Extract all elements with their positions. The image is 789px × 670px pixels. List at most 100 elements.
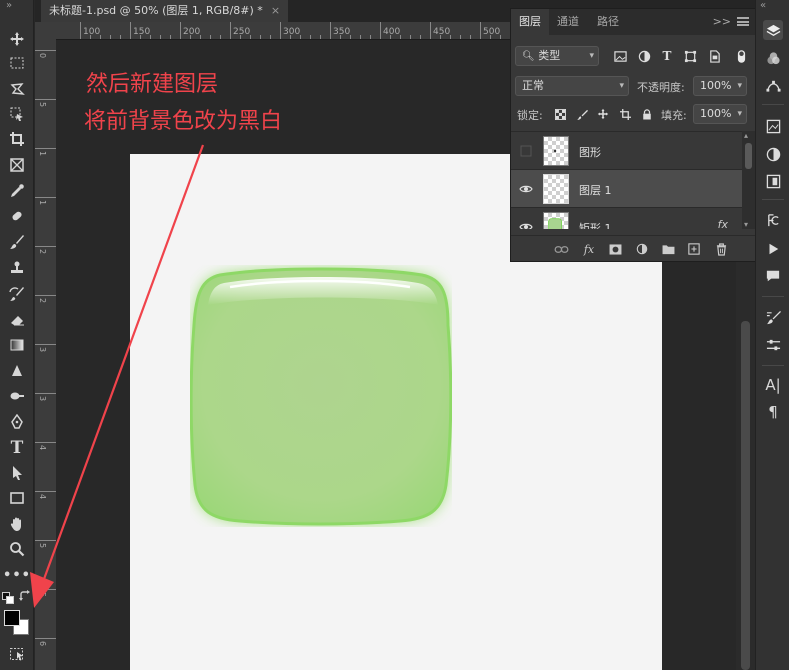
- actions-icon[interactable]: [763, 239, 783, 259]
- scrollbar-thumb[interactable]: [741, 321, 750, 670]
- panel-collapse-icon[interactable]: >>: [713, 15, 731, 28]
- ruler-label: 1: [38, 200, 47, 206]
- layer-list-scroll-thumb[interactable]: [745, 143, 752, 169]
- eye-icon[interactable]: [519, 182, 533, 196]
- paragraph-icon[interactable]: ¶: [763, 402, 783, 422]
- eyedropper-tool-icon[interactable]: [5, 180, 29, 202]
- ruler-major-tick: [280, 22, 281, 39]
- adjustments-icon[interactable]: [763, 144, 783, 164]
- lock-transparent-pixels-icon[interactable]: [553, 107, 567, 121]
- brushes-icon[interactable]: [763, 335, 783, 355]
- type-tool-icon[interactable]: T: [5, 437, 29, 459]
- panel-menu-icon[interactable]: [737, 17, 749, 26]
- ruler-label: 2: [38, 249, 47, 255]
- frame-tool-icon[interactable]: [5, 154, 29, 176]
- ruler-label: 5: [38, 543, 47, 549]
- brush-settings-icon[interactable]: [763, 307, 783, 327]
- opacity-field[interactable]: 100% ▾: [693, 76, 747, 96]
- ruler-major-tick: [35, 197, 56, 198]
- comments-icon[interactable]: [763, 266, 783, 286]
- crop-tool-icon[interactable]: [5, 128, 29, 150]
- add-layer-style-icon[interactable]: fx: [581, 241, 597, 257]
- shape-filter-icon[interactable]: [683, 49, 697, 63]
- quick-mask-icon[interactable]: [9, 646, 25, 662]
- new-adjustment-layer-icon[interactable]: [634, 241, 650, 257]
- dock-separator: [762, 199, 784, 200]
- marquee-tool-icon[interactable]: [5, 52, 29, 74]
- paths-icon[interactable]: [763, 75, 783, 95]
- lock-position-icon[interactable]: [596, 107, 610, 121]
- eye-icon[interactable]: [519, 220, 533, 229]
- ruler-major-tick: [35, 442, 56, 443]
- smart-object-filter-icon[interactable]: [707, 49, 721, 63]
- history-brush-tool-icon[interactable]: [5, 283, 29, 305]
- ruler-major-tick: [35, 50, 56, 51]
- lock-artboard-icon[interactable]: [618, 107, 632, 121]
- document-tab[interactable]: 未标题-1.psd @ 50% (图层 1, RGB/8#) * ×: [41, 0, 289, 22]
- add-layer-mask-icon[interactable]: [607, 241, 623, 257]
- layer-name: 矩形 1: [579, 222, 612, 229]
- gradient-tool-icon[interactable]: [5, 334, 29, 356]
- swap-colors-icon[interactable]: [19, 590, 31, 602]
- adjustment-filter-icon[interactable]: [637, 49, 651, 63]
- libraries-icon[interactable]: [763, 116, 783, 136]
- layers-panel-icon[interactable]: [763, 20, 783, 40]
- object-select-tool-icon[interactable]: [5, 103, 29, 125]
- more-tools-icon[interactable]: •••: [3, 564, 30, 586]
- close-tab-icon[interactable]: ×: [271, 4, 280, 17]
- character-icon[interactable]: A|: [763, 375, 783, 395]
- pixel-filter-icon[interactable]: [613, 49, 627, 63]
- pen-tool-icon[interactable]: [5, 411, 29, 433]
- layer-row-shape[interactable]: 图形: [511, 131, 742, 169]
- layer-row-rectangle-1[interactable]: 矩形 1 fx: [511, 207, 742, 229]
- lasso-tool-icon[interactable]: [5, 78, 29, 100]
- default-colors-icon[interactable]: [2, 592, 14, 604]
- dodge-tool-icon[interactable]: [5, 385, 29, 407]
- history-icon[interactable]: [763, 210, 783, 230]
- visibility-off-box[interactable]: [519, 144, 533, 158]
- healing-brush-tool-icon[interactable]: [5, 205, 29, 227]
- hand-tool-icon[interactable]: [5, 513, 29, 535]
- filter-toggle-icon[interactable]: [734, 49, 748, 63]
- toolbar-collapse-icon[interactable]: »: [6, 0, 12, 11]
- lock-all-icon[interactable]: [640, 107, 654, 121]
- layer-list-scrollbar[interactable]: ▴ ▾: [742, 131, 755, 229]
- layer-row-layer-1[interactable]: 图层 1: [511, 169, 742, 207]
- ruler-minor-tick: [150, 35, 151, 39]
- type-filter-icon[interactable]: T: [660, 49, 674, 63]
- properties-icon[interactable]: [763, 171, 783, 191]
- tab-paths[interactable]: 路径: [597, 9, 619, 35]
- blur-tool-icon[interactable]: [5, 360, 29, 382]
- delete-layer-icon[interactable]: [713, 241, 729, 257]
- tab-layers[interactable]: 图层: [511, 9, 549, 35]
- link-layers-icon[interactable]: [553, 241, 569, 257]
- scroll-up-icon[interactable]: ▴: [744, 131, 748, 140]
- move-tool-icon[interactable]: [5, 28, 29, 50]
- layer-effects-icon[interactable]: fx: [718, 218, 728, 229]
- rectangle-tool-icon[interactable]: [5, 487, 29, 509]
- blend-mode-dropdown[interactable]: 正常 ▾: [515, 76, 629, 96]
- scroll-down-icon[interactable]: ▾: [744, 220, 748, 229]
- ruler-minor-tick: [160, 35, 161, 39]
- fill-value: 100%: [700, 107, 732, 120]
- brush-tool-icon[interactable]: [5, 231, 29, 253]
- green-rounded-square-shape[interactable]: [190, 265, 452, 527]
- ruler-minor-tick: [300, 35, 301, 39]
- fill-field[interactable]: 100% ▾: [693, 104, 747, 124]
- layer-filter-dropdown[interactable]: 🔍︎ 类型 ▾: [515, 46, 599, 66]
- lock-image-pixels-icon[interactable]: [575, 107, 589, 121]
- dock-collapse-icon[interactable]: «: [760, 0, 766, 11]
- zoom-tool-icon[interactable]: [5, 538, 29, 560]
- tab-channels[interactable]: 通道: [557, 9, 579, 35]
- path-select-tool-icon[interactable]: [5, 462, 29, 484]
- new-layer-icon[interactable]: [686, 241, 702, 257]
- clone-stamp-tool-icon[interactable]: [5, 257, 29, 279]
- dock-separator: [762, 296, 784, 297]
- vertical-ruler[interactable]: 0 5 1 1 2 2 3 3 4 4 5 5 6: [35, 40, 56, 670]
- new-group-icon[interactable]: [660, 241, 676, 257]
- channels-icon[interactable]: [763, 48, 783, 68]
- blend-mode-value: 正常: [522, 79, 544, 92]
- foreground-color-swatch[interactable]: [4, 610, 20, 626]
- eraser-tool-icon[interactable]: [5, 309, 29, 331]
- right-dock: « A| ¶: [755, 0, 789, 670]
